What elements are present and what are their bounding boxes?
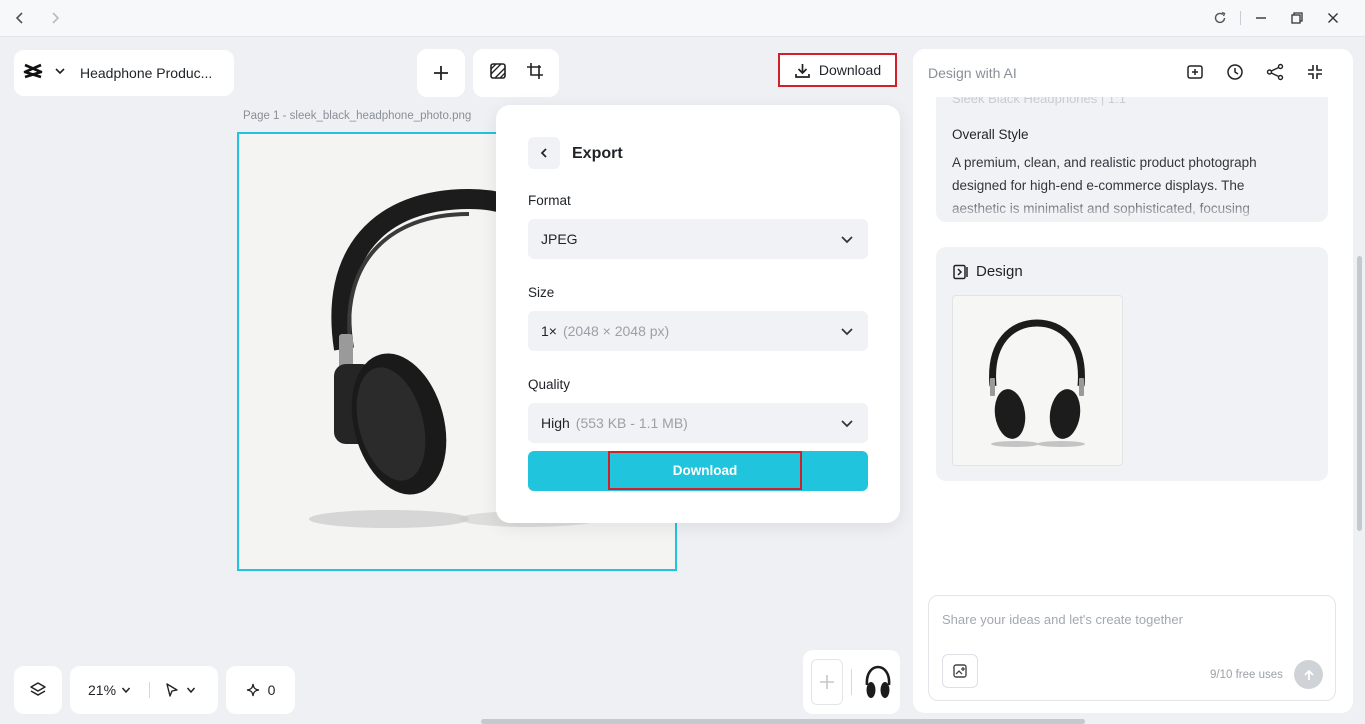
page-label: Page 1 - sleek_black_headphone_photo.png xyxy=(243,110,472,122)
page-strip xyxy=(803,650,900,714)
size-detail: (2048 × 2048 px) xyxy=(562,323,670,339)
chevron-down-icon[interactable] xyxy=(186,685,196,695)
format-label: Format xyxy=(528,193,571,208)
free-uses-counter: 9/10 free uses xyxy=(1210,669,1283,681)
download-icon xyxy=(795,63,810,78)
plus-icon xyxy=(820,675,834,689)
add-element-button[interactable] xyxy=(417,49,465,97)
chevron-down-icon xyxy=(841,328,853,336)
format-value: JPEG xyxy=(541,231,578,247)
horizontal-scrollbar[interactable] xyxy=(481,719,1085,724)
chevron-left-icon xyxy=(540,148,547,158)
minimize-icon[interactable] xyxy=(1251,8,1271,28)
quality-select[interactable]: High (553 KB - 1.1 MB) xyxy=(528,403,868,443)
headphones-page-icon xyxy=(865,665,891,698)
vertical-scrollbar[interactable] xyxy=(1357,256,1362,531)
project-title[interactable]: Headphone Produc... xyxy=(80,65,212,81)
resize-icon[interactable] xyxy=(526,62,544,85)
send-button[interactable] xyxy=(1294,660,1323,689)
chevron-down-icon xyxy=(841,236,853,244)
quality-detail: (553 KB - 1.1 MB) xyxy=(575,415,688,431)
strip-divider xyxy=(851,669,852,695)
reload-icon[interactable] xyxy=(1210,8,1230,28)
text-fade xyxy=(936,198,1328,222)
export-download-label[interactable]: Download xyxy=(608,451,802,490)
add-page-button[interactable] xyxy=(811,659,843,705)
size-label: Size xyxy=(528,285,555,300)
design-heading: Design xyxy=(976,263,1023,280)
headphones-thumbnail xyxy=(989,319,1085,447)
collapse-icon[interactable] xyxy=(1305,62,1325,82)
ai-suggestions-button[interactable]: 0 xyxy=(226,666,295,714)
plus-icon xyxy=(434,66,448,80)
back-icon[interactable] xyxy=(10,8,30,28)
ai-panel: Sleek Black Headphones | 1:1 Overall Sty… xyxy=(913,49,1353,713)
download-button-label: Download xyxy=(818,62,882,78)
style-heading: Overall Style xyxy=(952,127,1029,142)
arrow-up-icon xyxy=(1303,669,1314,680)
titlebar-divider xyxy=(1240,11,1241,25)
layers-icon xyxy=(30,682,46,696)
layers-button[interactable] xyxy=(14,666,62,714)
format-select[interactable]: JPEG xyxy=(528,219,868,259)
export-download-button[interactable]: Download xyxy=(528,451,868,491)
history-icon[interactable] xyxy=(1225,62,1245,82)
ai-panel-title: Design with AI xyxy=(928,65,1017,81)
design-result-card: Design xyxy=(936,247,1328,481)
share-icon[interactable] xyxy=(1265,62,1285,82)
design-heading-row: Design xyxy=(952,263,1023,280)
export-title: Export xyxy=(572,145,623,162)
download-button[interactable]: Download xyxy=(778,53,897,87)
project-header[interactable]: Headphone Produc... xyxy=(14,50,234,96)
page-thumbnail[interactable] xyxy=(860,659,896,705)
prompt-box[interactable]: Share your ideas and let's create togeth… xyxy=(928,595,1336,701)
quality-label: Quality xyxy=(528,377,571,392)
forward-icon[interactable] xyxy=(45,8,65,28)
size-value: 1× xyxy=(541,323,557,339)
close-icon[interactable] xyxy=(1323,8,1343,28)
ai-header: Design with AI xyxy=(913,49,1353,97)
prompt-input[interactable]: Share your ideas and let's create togeth… xyxy=(942,612,1183,627)
app-logo-icon xyxy=(22,60,44,87)
zoom-divider xyxy=(149,682,151,698)
title-bar xyxy=(0,0,1365,37)
zoom-controls: 21% xyxy=(70,666,218,714)
back-button[interactable] xyxy=(528,137,560,169)
restore-icon[interactable] xyxy=(1287,8,1307,28)
background-pattern-icon[interactable] xyxy=(489,62,507,85)
chevron-down-icon xyxy=(841,420,853,428)
zoom-level[interactable]: 21% xyxy=(88,682,116,698)
design-thumbnail[interactable] xyxy=(952,295,1123,466)
export-panel: Export Format JPEG Size 1× (2048 × 2048 … xyxy=(496,105,900,523)
new-chat-icon[interactable] xyxy=(1185,62,1205,82)
ai-count: 0 xyxy=(267,682,276,698)
size-select[interactable]: 1× (2048 × 2048 px) xyxy=(528,311,868,351)
chevron-down-icon[interactable] xyxy=(54,64,66,82)
ai-header-actions xyxy=(1185,62,1325,82)
pointer-icon[interactable] xyxy=(164,682,180,698)
image-add-icon xyxy=(953,664,967,678)
design-icon xyxy=(953,264,968,279)
canvas-tools xyxy=(473,49,559,97)
chevron-down-icon[interactable] xyxy=(121,685,131,695)
style-summary-card: Sleek Black Headphones | 1:1 Overall Sty… xyxy=(936,79,1328,222)
sparkle-icon xyxy=(246,683,259,697)
attach-image-button[interactable] xyxy=(942,654,978,688)
quality-value: High xyxy=(541,415,570,431)
